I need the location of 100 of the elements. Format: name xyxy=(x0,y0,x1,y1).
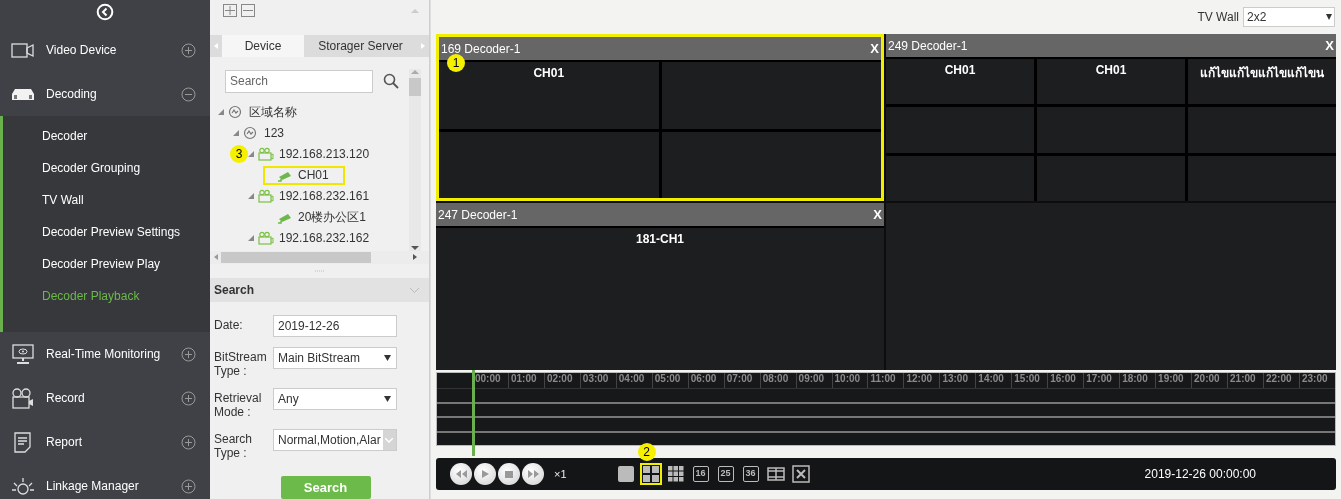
dropdown-field[interactable]: Any xyxy=(273,388,397,410)
time-label: 18:00 xyxy=(1119,373,1156,388)
rewind-button[interactable] xyxy=(450,463,472,485)
video-cell[interactable] xyxy=(1188,155,1336,201)
search-icon[interactable] xyxy=(383,73,399,90)
number-badge: 3 xyxy=(230,144,248,163)
expanded-arrow-icon[interactable] xyxy=(218,109,224,116)
submenu-item[interactable]: Decoder Preview Play xyxy=(3,248,210,280)
plus-icon[interactable] xyxy=(181,478,196,494)
scroll-right-icon[interactable] xyxy=(413,254,417,261)
tree-node[interactable]: 20楼办公区1 xyxy=(277,208,367,226)
submenu-item[interactable]: Decoder Playback xyxy=(3,280,210,312)
region-icon xyxy=(228,105,244,120)
video-cell[interactable]: แก้ไขแก้ไขแก้ไขแก้ไขน xyxy=(1188,59,1336,105)
submenu-item[interactable]: Decoder Preview Settings xyxy=(3,216,210,248)
forward-button[interactable] xyxy=(522,463,544,485)
video-cell[interactable] xyxy=(886,155,1034,201)
expanded-arrow-icon[interactable] xyxy=(248,151,254,158)
play-icon xyxy=(481,470,489,478)
nine-view-icon xyxy=(666,465,685,483)
decoder-screen[interactable]: 169 Decoder-1 X CH01 1 xyxy=(436,34,884,201)
tab[interactable]: Device xyxy=(222,34,304,57)
tree-node[interactable]: 区域名称 xyxy=(228,103,297,121)
scroll-left-icon[interactable] xyxy=(214,254,218,261)
video-cell[interactable] xyxy=(1188,107,1336,153)
video-cell[interactable] xyxy=(1037,107,1185,153)
submenu-item[interactable]: Decoder xyxy=(3,120,210,152)
screen-title: 169 Decoder-1 xyxy=(441,41,521,56)
search-field[interactable]: Search xyxy=(226,70,372,92)
menu-item[interactable]: Decoding xyxy=(0,72,210,116)
scrollbar-thumb[interactable] xyxy=(409,77,421,96)
time-label: 05:00 xyxy=(651,373,688,388)
dropdown-field[interactable]: 2x2 xyxy=(1243,7,1335,27)
video-cell[interactable] xyxy=(661,62,881,129)
field-label: Date: xyxy=(214,317,244,332)
expand-all-icon[interactable] xyxy=(223,4,237,18)
dropdown-field[interactable]: Normal,Motion,Alar xyxy=(273,429,397,451)
close-button[interactable]: X xyxy=(873,207,882,222)
menu-item[interactable]: Video Device xyxy=(0,28,210,72)
submenu-item[interactable]: Decoder Grouping xyxy=(3,152,210,184)
collapse-all-icon[interactable] xyxy=(241,4,255,18)
plus-icon[interactable] xyxy=(181,390,196,406)
time-label: 21:00 xyxy=(1227,373,1263,388)
close-button[interactable]: X xyxy=(1325,38,1334,53)
menu-item[interactable]: Linkage Manager xyxy=(0,464,210,499)
video-cell[interactable] xyxy=(661,131,881,198)
close-button[interactable]: X xyxy=(870,41,879,56)
sun-icon xyxy=(10,475,36,497)
time-label: 01:00 xyxy=(507,373,544,388)
expanded-arrow-icon[interactable] xyxy=(248,235,254,242)
menu-item[interactable]: Real-Time Monitoring xyxy=(0,332,210,376)
tree-node[interactable]: 192.168.232.161 xyxy=(258,189,370,204)
fast-forward-icon xyxy=(527,470,539,478)
video-cell[interactable] xyxy=(1037,155,1185,201)
expanded-arrow-icon[interactable] xyxy=(248,193,254,200)
time-label: 17:00 xyxy=(1083,373,1120,388)
device-icon xyxy=(258,147,274,162)
quad-view-icon xyxy=(641,465,660,483)
video-cell[interactable] xyxy=(886,107,1034,153)
dropdown-field[interactable]: Main BitStream xyxy=(273,347,397,369)
time-label: 04:00 xyxy=(615,373,652,388)
scroll-up-icon[interactable] xyxy=(411,68,419,74)
time-label: 06:00 xyxy=(687,373,724,388)
play-button[interactable] xyxy=(474,463,496,485)
field-label: BitStream Type : xyxy=(214,349,267,378)
expanded-arrow-icon[interactable] xyxy=(233,130,239,137)
single-view-icon xyxy=(616,465,635,483)
minus-icon[interactable] xyxy=(181,86,196,102)
time-label: 16:00 xyxy=(1047,373,1084,388)
video-cell[interactable]: CH01 xyxy=(1037,59,1185,105)
screen-title: 249 Decoder-1 xyxy=(888,38,968,53)
video-cell[interactable]: 181-CH1 xyxy=(436,228,884,370)
video-cell[interactable]: CH01 xyxy=(886,59,1034,105)
timeline[interactable]: 00:00 01:00 02:00 03:00 04:00 05:00 06:00 07:00 08:00 09:00 10:00 11:00 12:00 13:00 14:00 15:00 16:00 17:00 18:00 19:00 20:00 21:00 22:00 23:00 xyxy=(436,372,1336,446)
tree-node[interactable]: 192.168.213.120 xyxy=(258,147,370,162)
tree-node[interactable]: 192.168.232.162 xyxy=(258,231,370,246)
rewind-icon xyxy=(455,470,467,478)
menu-item[interactable]: Record xyxy=(0,376,210,420)
time-label: 02:00 xyxy=(543,373,580,388)
plus-icon[interactable] xyxy=(181,346,196,362)
device-icon xyxy=(258,231,274,246)
plus-icon[interactable] xyxy=(181,42,196,58)
speed-label: ×1 xyxy=(554,468,567,480)
tree-node[interactable]: CH01 xyxy=(263,165,345,185)
menu-item[interactable]: Report xyxy=(0,420,210,464)
time-label: 08:00 xyxy=(759,373,796,388)
submenu-item[interactable]: TV Wall xyxy=(3,184,210,216)
video-cell[interactable] xyxy=(439,131,659,198)
stop-button[interactable] xyxy=(498,463,520,485)
date-field[interactable]: 2019-12-26 xyxy=(273,315,397,337)
plus-icon[interactable] xyxy=(181,434,196,450)
field-label: TV Wall xyxy=(1197,10,1239,24)
layout-button[interactable] xyxy=(789,463,812,485)
scrollbar-thumb[interactable] xyxy=(221,251,371,263)
time-label: 10:00 xyxy=(831,373,868,388)
tree-node[interactable]: 123 xyxy=(243,126,285,141)
time-label: 22:00 xyxy=(1262,373,1299,388)
close-view-icon xyxy=(791,465,810,483)
chevron-down-icon xyxy=(385,437,394,443)
collapse-icon[interactable] xyxy=(96,3,114,21)
